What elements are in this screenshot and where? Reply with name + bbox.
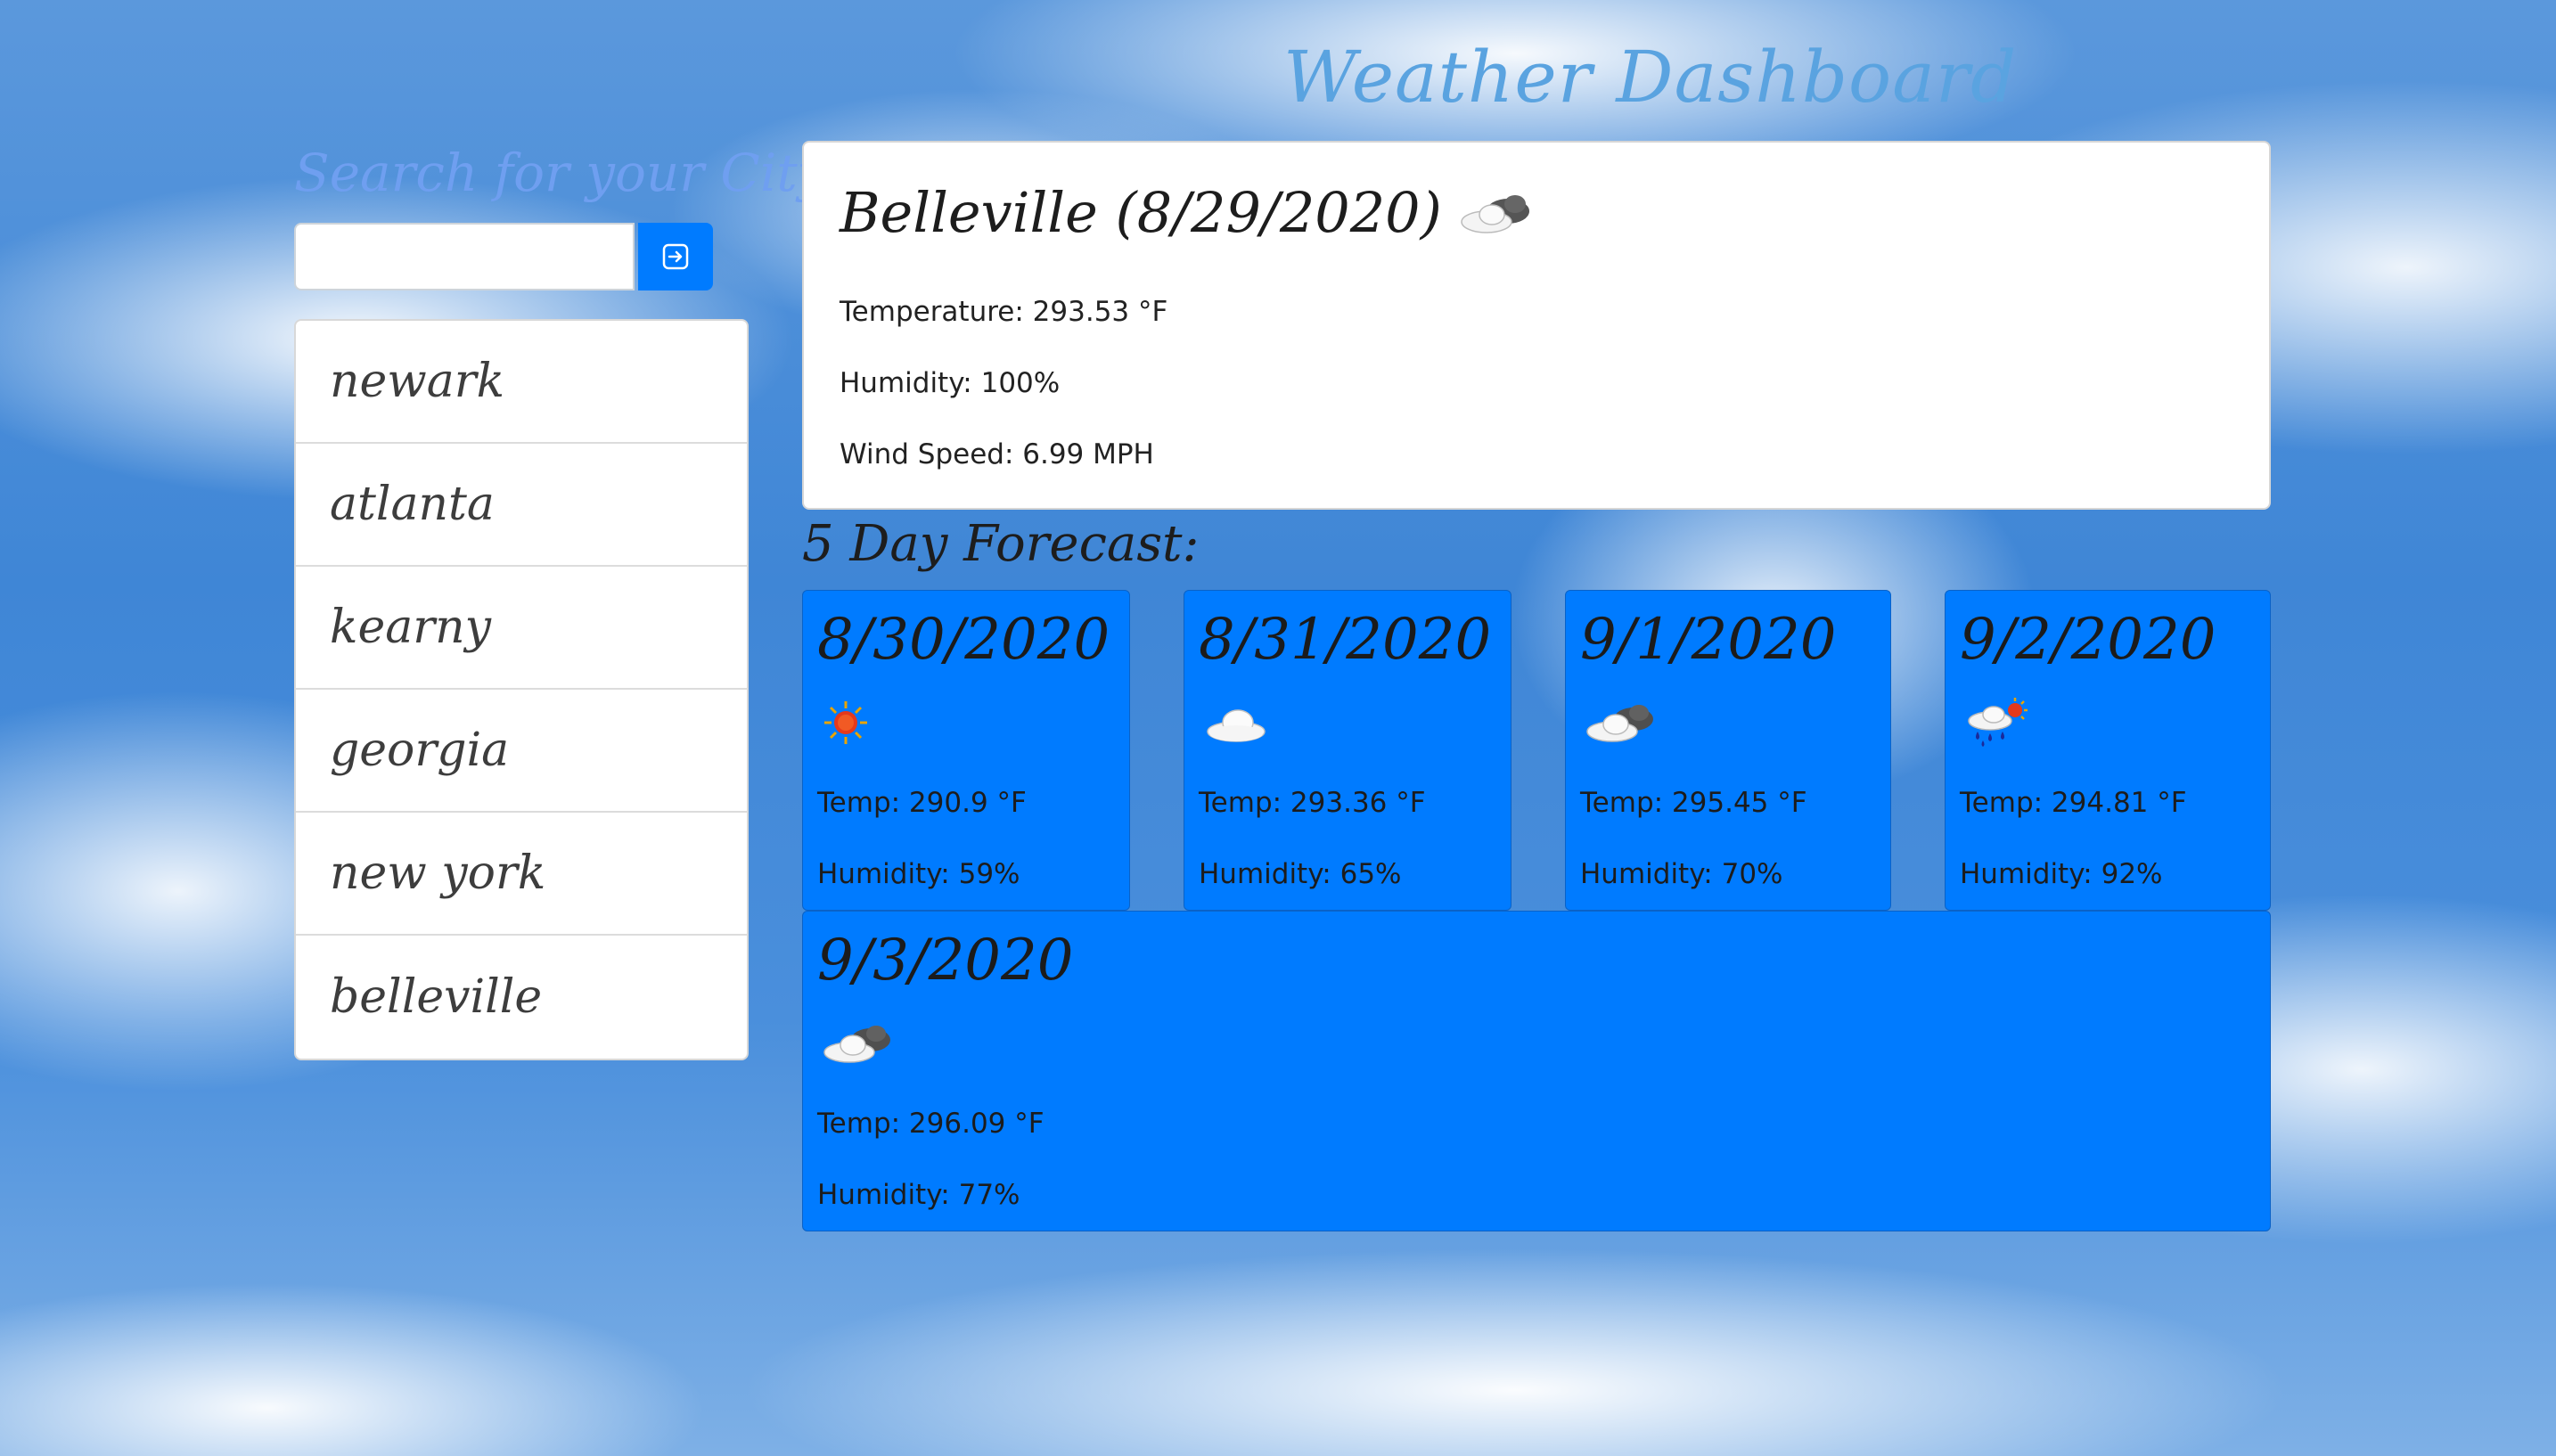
forecast-date: 9/1/2020 — [1580, 607, 1837, 673]
forecast-card: 8/30/2020 Temp: 290.9 °F Humidity: 59% — [802, 590, 1130, 911]
current-city-date: Belleville (8/29/2020) — [840, 180, 1442, 245]
current-wind-speed: Wind Speed: 6.99 MPH — [840, 438, 1154, 470]
city-item-georgia[interactable]: georgia — [296, 690, 747, 813]
city-item-belleville[interactable]: belleville — [296, 936, 747, 1059]
sun-icon — [824, 701, 867, 744]
forecast-temp: Temp: 296.09 °F — [817, 1108, 1045, 1140]
forecast-humidity: Humidity: 92% — [1960, 858, 2163, 890]
forecast-humidity: Humidity: 77% — [817, 1179, 1020, 1211]
city-item-kearny[interactable]: kearny — [296, 567, 747, 690]
forecast-temp: Temp: 295.45 °F — [1580, 787, 1807, 819]
current-weather-heading: Belleville (8/29/2020) — [840, 180, 1536, 245]
rain-sun-icon — [1968, 698, 2028, 747]
cloud-dark-icon — [1461, 194, 1529, 233]
cloud-dark-icon — [823, 1026, 890, 1063]
forecast-card: 9/1/2020 Temp: 295.45 °F Humidity: 70% — [1565, 590, 1891, 911]
search-button[interactable] — [638, 223, 713, 290]
forecast-date: 8/31/2020 — [1199, 607, 1492, 673]
forecast-date: 9/3/2020 — [817, 928, 1074, 994]
city-item-atlanta[interactable]: atlanta — [296, 444, 747, 567]
search-input[interactable] — [294, 223, 635, 290]
current-weather-card: Belleville (8/29/2020) Temperature: 293.… — [802, 141, 2271, 510]
forecast-date: 9/2/2020 — [1960, 607, 2216, 673]
city-item-newark[interactable]: newark — [296, 321, 747, 444]
forecast-date: 8/30/2020 — [817, 607, 1110, 673]
forecast-humidity: Humidity: 65% — [1199, 858, 1402, 890]
page-title: Weather Dashboard — [1283, 36, 2018, 119]
forecast-card: 8/31/2020 Temp: 293.36 °F Humidity: 65% — [1184, 590, 1511, 911]
arrow-right-icon — [662, 243, 689, 270]
forecast-temp: Temp: 293.36 °F — [1199, 787, 1426, 819]
forecast-temp: Temp: 290.9 °F — [817, 787, 1027, 819]
forecast-card: 9/3/2020 Temp: 296.09 °F Humidity: 77% — [802, 911, 2271, 1231]
forecast-humidity: Humidity: 59% — [817, 858, 1020, 890]
forecast-card: 9/2/2020 Temp: 294.81 °F Humidity: 92% — [1945, 590, 2271, 911]
forecast-temp: Temp: 294.81 °F — [1960, 787, 2187, 819]
city-list: newark atlanta kearny georgia new york b… — [294, 319, 749, 1060]
cloud-dark-icon — [1586, 705, 1653, 742]
city-item-new-york[interactable]: new york — [296, 813, 747, 936]
forecast-heading: 5 Day Forecast: — [802, 515, 1200, 573]
current-humidity: Humidity: 100% — [840, 367, 1061, 399]
cloud-icon — [1207, 709, 1266, 742]
search-heading: Search for your City: — [294, 143, 844, 203]
current-temperature: Temperature: 293.53 °F — [840, 296, 1168, 328]
forecast-humidity: Humidity: 70% — [1580, 858, 1783, 890]
